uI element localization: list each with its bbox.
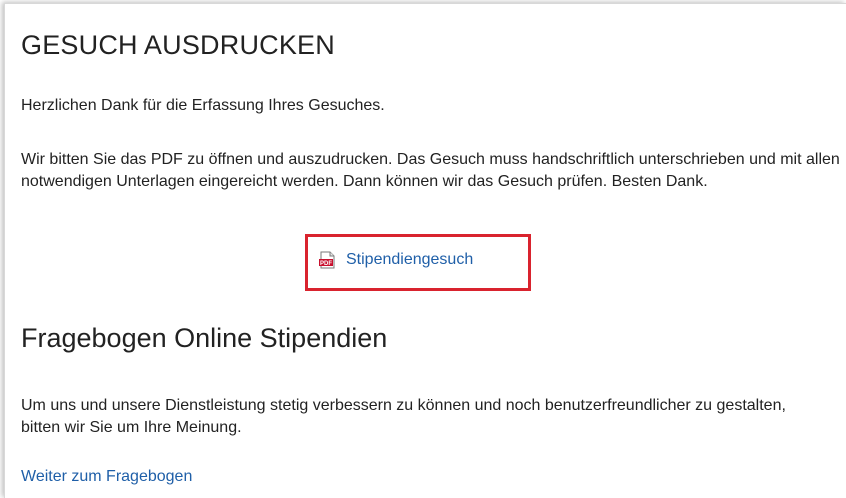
questionnaire-text: Um uns und unsere Dienstleistung stetig …	[21, 397, 786, 436]
questionnaire-title: Fragebogen Online Stipendien	[21, 323, 388, 353]
content-panel: GESUCH AUSDRUCKEN Herzlichen Dank für di…	[4, 3, 846, 498]
thanks-text: Herzlichen Dank für die Erfassung Ihres …	[21, 97, 385, 114]
pdf-link-label: Stipendiengesuch	[346, 251, 474, 268]
pdf-file-icon: PDF	[318, 251, 336, 269]
page-title: GESUCH AUSDRUCKEN	[21, 30, 335, 60]
pdf-download-link[interactable]: PDF Stipendiengesuch	[318, 251, 473, 269]
instructions-text: Wir bitten Sie das PDF zu öffnen und aus…	[21, 151, 840, 190]
svg-text:PDF: PDF	[320, 261, 332, 267]
questionnaire-link[interactable]: Weiter zum Fragebogen	[21, 468, 192, 486]
pdf-link-highlight: PDF Stipendiengesuch	[305, 234, 531, 291]
